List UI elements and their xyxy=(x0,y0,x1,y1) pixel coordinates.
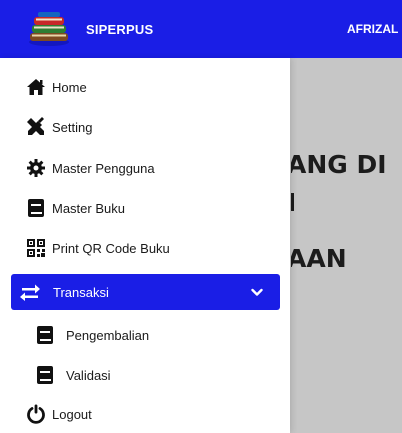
sidebar-item-label: Print QR Code Buku xyxy=(52,240,170,256)
sidebar-item-label: Pengembalian xyxy=(66,327,150,343)
sidebar-item-logout[interactable]: Logout xyxy=(0,395,290,433)
sidebar-item-master-pengguna[interactable]: Master Pengguna xyxy=(0,149,290,187)
exchange-icon xyxy=(20,282,40,302)
hero-text: ANG DI I AAN xyxy=(291,58,402,433)
sidebar-item-home[interactable]: Home xyxy=(0,68,290,106)
qr-code-icon xyxy=(26,238,46,258)
brand[interactable]: SIPERPUS xyxy=(26,11,153,47)
chevron-down-icon xyxy=(251,288,263,296)
sidebar-item-setting[interactable]: Setting xyxy=(0,108,290,146)
sidebar: Home Setting Master Pengguna Master Buku… xyxy=(0,58,290,433)
user-name[interactable]: AFRIZAL xyxy=(347,22,398,36)
power-icon xyxy=(26,404,46,424)
sidebar-item-label: Home xyxy=(52,79,87,95)
app-name: SIPERPUS xyxy=(86,21,154,37)
gear-icon xyxy=(26,158,46,178)
book-icon xyxy=(26,198,46,218)
sidebar-subitem-validasi[interactable]: Validasi xyxy=(0,356,290,394)
sidebar-item-transaksi[interactable]: Transaksi xyxy=(11,274,280,310)
hero-line-1: ANG DI xyxy=(291,150,387,179)
top-navbar: SIPERPUS AFRIZAL xyxy=(0,0,402,58)
hero-line-3: AAN xyxy=(291,244,347,273)
sidebar-item-label: Master Pengguna xyxy=(52,160,155,176)
sidebar-item-label: Transaksi xyxy=(53,284,109,300)
hero-line-2: I xyxy=(291,188,297,217)
sidebar-item-label: Validasi xyxy=(66,367,111,383)
book-icon xyxy=(35,325,55,345)
sidebar-subitem-pengembalian[interactable]: Pengembalian xyxy=(0,316,290,354)
tools-icon xyxy=(26,117,46,137)
books-logo-icon xyxy=(29,12,69,46)
sidebar-item-label: Logout xyxy=(52,406,92,422)
home-icon xyxy=(26,77,46,97)
book-icon xyxy=(35,365,55,385)
sidebar-item-master-buku[interactable]: Master Buku xyxy=(0,189,290,227)
sidebar-item-print-qr-code-buku[interactable]: Print QR Code Buku xyxy=(0,229,290,267)
sidebar-item-label: Master Buku xyxy=(52,200,125,216)
sidebar-item-label: Setting xyxy=(52,119,93,135)
